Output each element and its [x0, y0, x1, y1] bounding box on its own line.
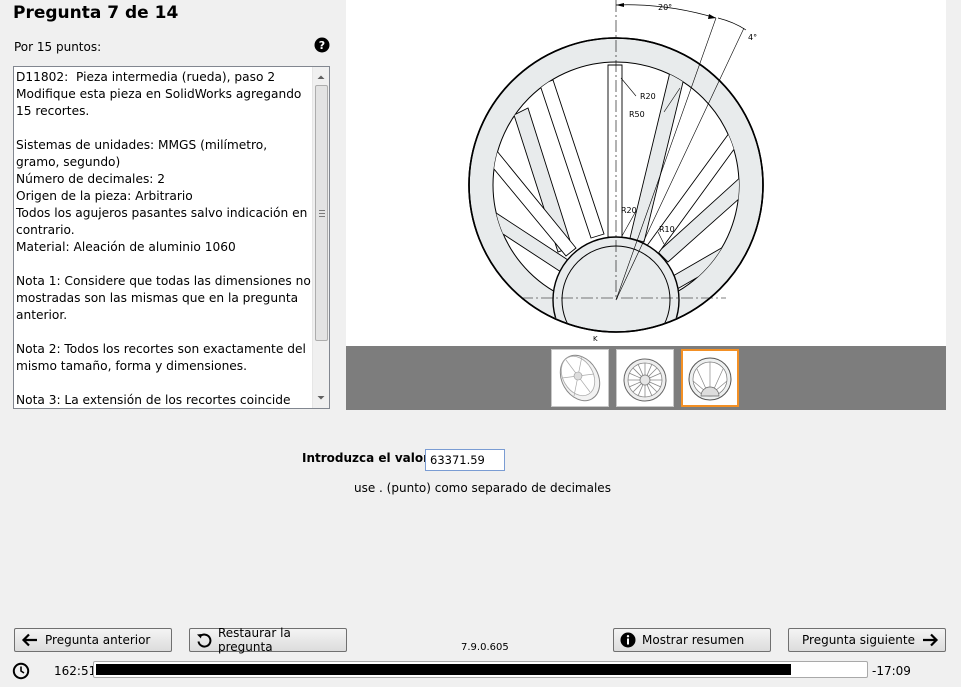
description-line	[16, 324, 312, 341]
r10-label: R10	[659, 225, 675, 234]
reset-question-button[interactable]: Restaurar la pregunta	[189, 626, 347, 654]
arrow-right-icon	[923, 633, 939, 647]
wheel-detail-icon	[688, 357, 732, 401]
svg-text:?: ?	[319, 39, 325, 52]
next-question-button[interactable]: Pregunta siguiente	[788, 628, 946, 652]
scroll-up-arrow-icon[interactable]	[313, 69, 329, 85]
time-progress-bar	[93, 661, 868, 678]
wheel-drawing: 20° 4° R20 R50 R20 R10 K	[346, 0, 946, 346]
description-line: Sistemas de unidades: MMGS (milímetro, g…	[16, 138, 271, 169]
description-text: D11802: Pieza intermedia (rueda), paso 2…	[16, 69, 312, 408]
description-line	[16, 256, 312, 273]
description-line: Nota 2: Todos los recortes son exactamen…	[16, 342, 310, 373]
undo-icon	[197, 633, 212, 648]
value-input[interactable]	[425, 449, 505, 471]
decimal-hint: use . (punto) como separado de decimales	[354, 481, 611, 495]
r20-top-label: R20	[640, 92, 656, 101]
version-label: 7.9.0.605	[461, 642, 509, 653]
value-label: Introduzca el valor:	[302, 451, 434, 465]
points-label: Por 15 puntos:	[14, 40, 102, 54]
angle-20-label: 20°	[658, 3, 672, 12]
description-line: Origen de la pieza: Arbitrario	[16, 189, 193, 203]
remaining-time: -17:09	[872, 664, 911, 678]
wheel-front-icon	[623, 358, 667, 402]
question-title: Pregunta 7 de 14	[13, 3, 179, 23]
description-line: Nota 3: La extensión de los recortes coi…	[16, 393, 291, 407]
angle-4-label: 4°	[748, 33, 757, 42]
wheel-drawing-svg: 20° 4° R20 R50 R20 R10 K	[468, 0, 764, 343]
description-line: D11802: Pieza intermedia (rueda), paso 2	[16, 70, 276, 84]
reset-question-label: Restaurar la pregunta	[218, 626, 291, 654]
description-line: Nota 1: Considere que todas las dimensio…	[16, 274, 311, 322]
previous-question-label: Pregunta anterior	[45, 633, 151, 647]
description-line: Todos los agujeros pasantes salvo indica…	[16, 206, 312, 237]
show-summary-button[interactable]: Mostrar resumen	[613, 628, 771, 652]
k-label: K	[593, 335, 598, 343]
arrow-left-icon	[21, 633, 37, 647]
scroll-down-arrow-icon[interactable]	[313, 390, 329, 406]
show-summary-label: Mostrar resumen	[642, 633, 745, 647]
description-line: Modifique esta pieza en SolidWorks agreg…	[16, 87, 306, 118]
clock-icon	[12, 662, 30, 680]
thumbnail-view-2[interactable]	[616, 349, 674, 407]
thumbnail-view-1[interactable]	[551, 349, 609, 407]
description-line: Número de decimales: 2	[16, 172, 166, 186]
description-scrollbar[interactable]	[312, 67, 329, 408]
question-description[interactable]: D11802: Pieza intermedia (rueda), paso 2…	[13, 66, 330, 409]
thumbnail-strip	[346, 346, 946, 410]
r50-label: R50	[629, 110, 645, 119]
r20-mid-label: R20	[621, 206, 637, 215]
grip-icon	[319, 210, 325, 217]
next-question-label: Pregunta siguiente	[802, 633, 915, 647]
scrollbar-thumb[interactable]	[315, 85, 328, 341]
elapsed-time: 162:51	[54, 664, 97, 678]
thumbnail-view-3[interactable]	[681, 349, 739, 407]
description-line: Material: Aleación de aluminio 1060	[16, 240, 236, 254]
time-progress-fill	[96, 664, 791, 675]
wheel-perspective-icon	[559, 354, 601, 402]
help-icon[interactable]: ?	[314, 37, 330, 53]
description-line	[16, 120, 312, 137]
description-line	[16, 375, 312, 392]
image-viewer: 20° 4° R20 R50 R20 R10 K	[346, 0, 946, 410]
info-icon	[620, 632, 636, 648]
previous-question-button[interactable]: Pregunta anterior	[14, 628, 172, 652]
